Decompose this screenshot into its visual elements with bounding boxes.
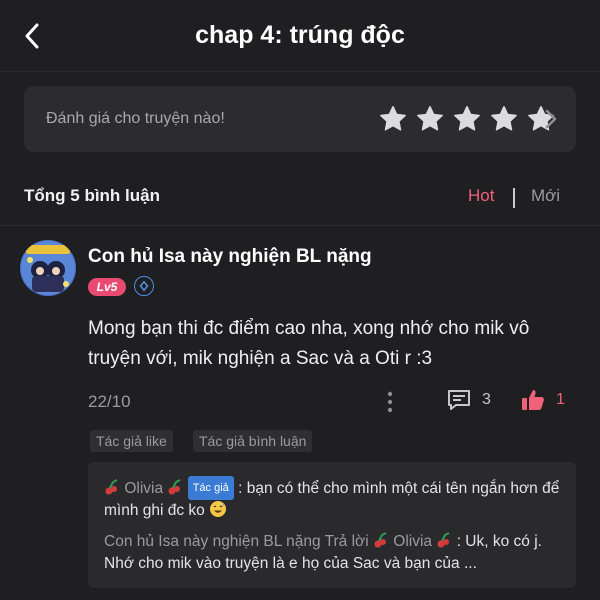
- sort-divider: [513, 188, 515, 208]
- avatar[interactable]: [20, 240, 76, 296]
- star-icon[interactable]: [415, 104, 445, 134]
- top-bar: chap 4: trúng độc: [0, 0, 600, 72]
- sort-new-tab[interactable]: Mới: [531, 186, 560, 206]
- star-icon[interactable]: [489, 104, 519, 134]
- comment-username[interactable]: Con hủ Isa này nghiện BL nặng: [88, 246, 372, 268]
- level-badge: Lv5: [88, 278, 126, 296]
- reply-count: 3: [482, 391, 491, 408]
- comments-toolbar: Tổng 5 bình luận Hot Mới: [24, 186, 576, 210]
- comment-body: Mong bạn thi đc điểm cao nha, xong nhớ c…: [88, 318, 530, 369]
- star-icon[interactable]: [452, 104, 482, 134]
- rating-stars: [378, 104, 563, 134]
- star-icon[interactable]: [378, 104, 408, 134]
- fruit-icon: [168, 479, 181, 495]
- comment-count: Tổng 5 bình luận: [24, 186, 160, 205]
- reply-author[interactable]: Con hủ Isa này nghiện BL nặng: [104, 533, 321, 550]
- reply-button[interactable]: 3: [446, 388, 491, 412]
- comment-icon: [448, 390, 470, 410]
- fruit-icon: [374, 532, 387, 548]
- sweat-smile-emoji-icon: [210, 501, 227, 517]
- comment-date: 22/10: [88, 392, 131, 411]
- avatar-image: [20, 240, 76, 296]
- rating-panel[interactable]: Đánh giá cho truyện nào!: [24, 86, 576, 152]
- tag-author-replied: Tác giả bình luận: [193, 430, 313, 452]
- reply-author[interactable]: Olivia: [124, 480, 163, 497]
- author-badge: Tác giả: [187, 476, 234, 500]
- back-button[interactable]: [18, 22, 46, 50]
- replies-preview[interactable]: Olivia Tác giả : bạn có thể cho mình một…: [88, 462, 576, 588]
- reply-item: Olivia Tác giả : bạn có thể cho mình một…: [104, 476, 560, 522]
- chevron-left-icon: [25, 23, 39, 49]
- more-vertical-icon[interactable]: [383, 390, 397, 414]
- reply-item: Con hủ Isa này nghiện BL nặng Trả lời Ol…: [104, 531, 560, 575]
- fruit-icon: [437, 532, 450, 548]
- divider: [0, 225, 600, 226]
- like-count: 1: [556, 391, 565, 408]
- page-title: chap 4: trúng độc: [195, 21, 405, 49]
- chevron-right-icon[interactable]: [544, 108, 558, 130]
- reply-target[interactable]: Olivia: [393, 533, 432, 550]
- diamond-badge-icon: [134, 276, 154, 296]
- sort-hot-tab[interactable]: Hot: [468, 186, 494, 206]
- like-button[interactable]: 1: [520, 388, 565, 412]
- fruit-icon: [105, 479, 118, 495]
- rating-prompt: Đánh giá cho truyện nào!: [46, 110, 225, 127]
- thumbs-up-icon: [522, 390, 544, 410]
- tag-author-liked: Tác giả like: [90, 430, 173, 452]
- reply-action: Trả lời: [324, 533, 369, 550]
